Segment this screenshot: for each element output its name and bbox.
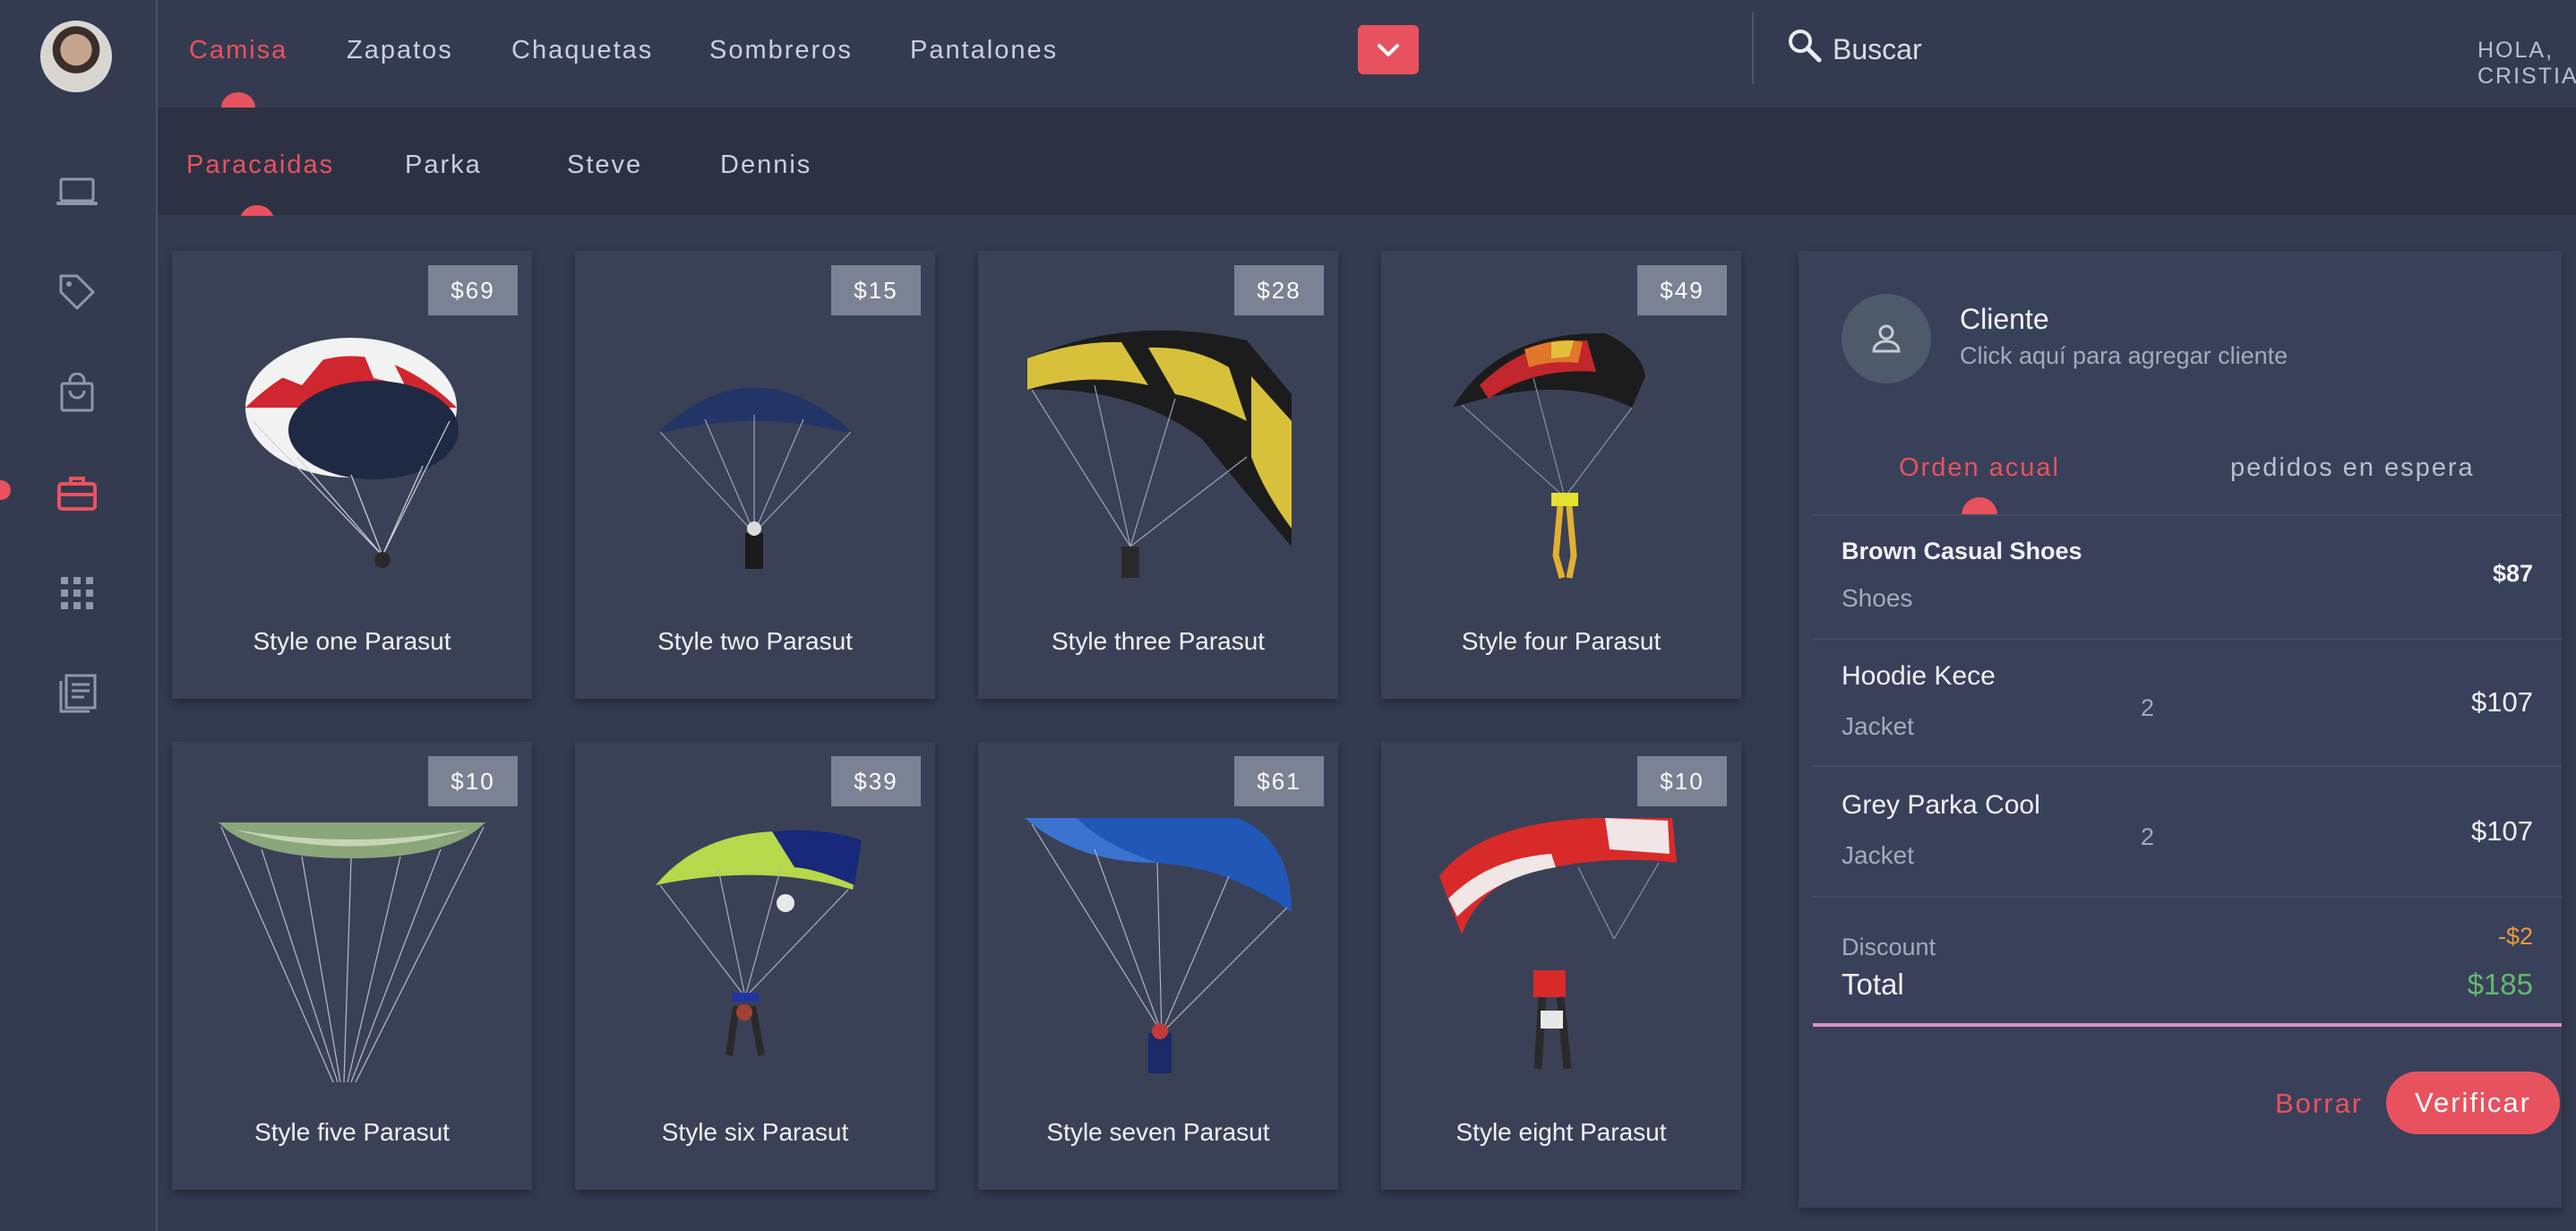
user-greeting: HOLA, CRISTIAN — [2477, 38, 2576, 89]
price-badge: $49 — [1637, 265, 1727, 315]
price-badge: $39 — [831, 756, 921, 806]
divider — [1752, 13, 1754, 84]
product-card[interactable]: $39 Style six Parasut — [575, 742, 935, 1190]
item-name: Hoodie Kece — [1842, 661, 1996, 691]
more-categories-button[interactable] — [1358, 25, 1419, 74]
category-tab-zapatos[interactable]: Zapatos — [347, 36, 453, 65]
product-name: Style seven Parasut — [1046, 1118, 1270, 1146]
subcategory-tab-parka[interactable]: Parka — [405, 151, 482, 180]
add-client-button[interactable] — [1842, 294, 1931, 383]
grid-icon[interactable] — [56, 572, 99, 615]
top-nav: Camisa Zapatos Chaquetas Sombreros Panta… — [158, 0, 2576, 108]
subcategory-tab-paracaidas[interactable]: Paracaidas — [186, 151, 334, 180]
search-input[interactable] — [1833, 27, 2209, 72]
divider — [1813, 896, 2562, 898]
item-price: $107 — [2471, 815, 2533, 847]
price-badge: $61 — [1234, 756, 1324, 806]
product-card[interactable]: $61 Style seven Parasut — [978, 742, 1338, 1190]
product-card[interactable]: $49 Style four Parasut — [1381, 251, 1741, 699]
tab-current-order[interactable]: Orden acual — [1899, 453, 2060, 483]
laptop-icon[interactable] — [56, 170, 99, 213]
price-badge: $28 — [1234, 265, 1324, 315]
parachute-image — [1439, 818, 1677, 1070]
divider — [1813, 765, 2562, 767]
tag-icon[interactable] — [56, 271, 99, 314]
total-label: Total — [1842, 968, 1904, 1001]
price-badge: $15 — [831, 265, 921, 315]
item-price: $87 — [2492, 560, 2533, 587]
total-underline — [1813, 1023, 2562, 1027]
product-name: Style six Parasut — [661, 1118, 849, 1146]
parachute-image — [245, 338, 459, 568]
divider — [1813, 638, 2562, 640]
category-tab-camisa[interactable]: Camisa — [189, 36, 288, 65]
client-subtitle[interactable]: Click aquí para agregar cliente — [1960, 342, 2288, 370]
discount-value: -$2 — [2497, 923, 2533, 950]
parachute-image — [219, 822, 485, 1082]
product-name: Style one Parasut — [253, 627, 451, 655]
product-card[interactable]: $28 Style three Parasut — [978, 251, 1338, 699]
sidebar — [0, 0, 158, 1231]
divider — [1813, 514, 2562, 516]
item-quantity[interactable]: 2 — [2141, 823, 2154, 851]
active-indicator — [0, 480, 11, 500]
item-quantity[interactable]: 2 — [2141, 694, 2154, 722]
category-tab-chaquetas[interactable]: Chaquetas — [511, 36, 653, 65]
briefcase-icon[interactable] — [56, 471, 99, 514]
tab-pending-orders[interactable]: pedidos en espera — [2230, 453, 2475, 483]
item-name: Brown Casual Shoes — [1842, 538, 2082, 564]
product-card[interactable]: $69 Style one Parasut — [172, 251, 532, 699]
subcategory-tab-dennis[interactable]: Dennis — [720, 151, 811, 180]
list-icon[interactable] — [56, 672, 99, 715]
product-name: Style three Parasut — [1051, 627, 1266, 655]
clear-order-button[interactable]: Borrar — [2275, 1088, 2363, 1120]
person-icon — [1872, 324, 1901, 353]
search-icon — [1789, 30, 1822, 63]
product-name: Style two Parasut — [657, 627, 853, 655]
pos-app: Camisa Zapatos Chaquetas Sombreros Panta… — [0, 0, 2576, 1231]
product-card[interactable]: $10 Style eight Parasut — [1381, 742, 1741, 1190]
user-menu[interactable]: HOLA, CRISTIAN — [2477, 38, 2576, 90]
product-name: Style eight Parasut — [1455, 1118, 1667, 1146]
checkout-button[interactable]: Verificar — [2386, 1072, 2560, 1134]
shopping-bag-icon[interactable] — [56, 371, 99, 414]
item-category: Shoes — [1842, 584, 1913, 612]
item-name: Grey Parka Cool — [1842, 790, 2040, 820]
subcategory-active-indicator — [240, 205, 274, 216]
product-name: Style five Parasut — [254, 1118, 450, 1146]
parachute-image — [1453, 332, 1645, 579]
subcategory-tab-steve[interactable]: Steve — [567, 151, 642, 180]
category-tab-pantalones[interactable]: Pantalones — [910, 36, 1058, 65]
subcategory-nav: Paracaidas Parka Steve Dennis — [158, 108, 2576, 216]
category-tab-sombreros[interactable]: Sombreros — [709, 36, 853, 65]
product-name: Style four Parasut — [1461, 627, 1662, 655]
parachute-image — [656, 387, 854, 569]
total-value: $185 — [2467, 968, 2533, 1001]
item-category: Jacket — [1842, 712, 1914, 740]
price-badge: $69 — [428, 265, 518, 315]
avatar[interactable] — [40, 21, 112, 92]
product-card[interactable]: $15 Style two Parasut — [575, 251, 935, 699]
client-title[interactable]: Cliente — [1960, 303, 2049, 336]
item-category: Jacket — [1842, 841, 1914, 869]
parachute-image — [1025, 818, 1292, 1073]
parachute-image — [1027, 330, 1292, 578]
order-panel: Cliente Click aquí para agregar cliente … — [1799, 251, 2562, 1208]
parachute-image — [656, 830, 862, 1056]
price-badge: $10 — [428, 756, 518, 806]
chevron-down-icon — [1378, 43, 1399, 56]
product-card[interactable]: $10 Style five Parasut — [172, 742, 532, 1190]
item-price: $107 — [2471, 686, 2533, 718]
price-badge: $10 — [1637, 756, 1727, 806]
discount-label: Discount — [1842, 934, 1936, 960]
